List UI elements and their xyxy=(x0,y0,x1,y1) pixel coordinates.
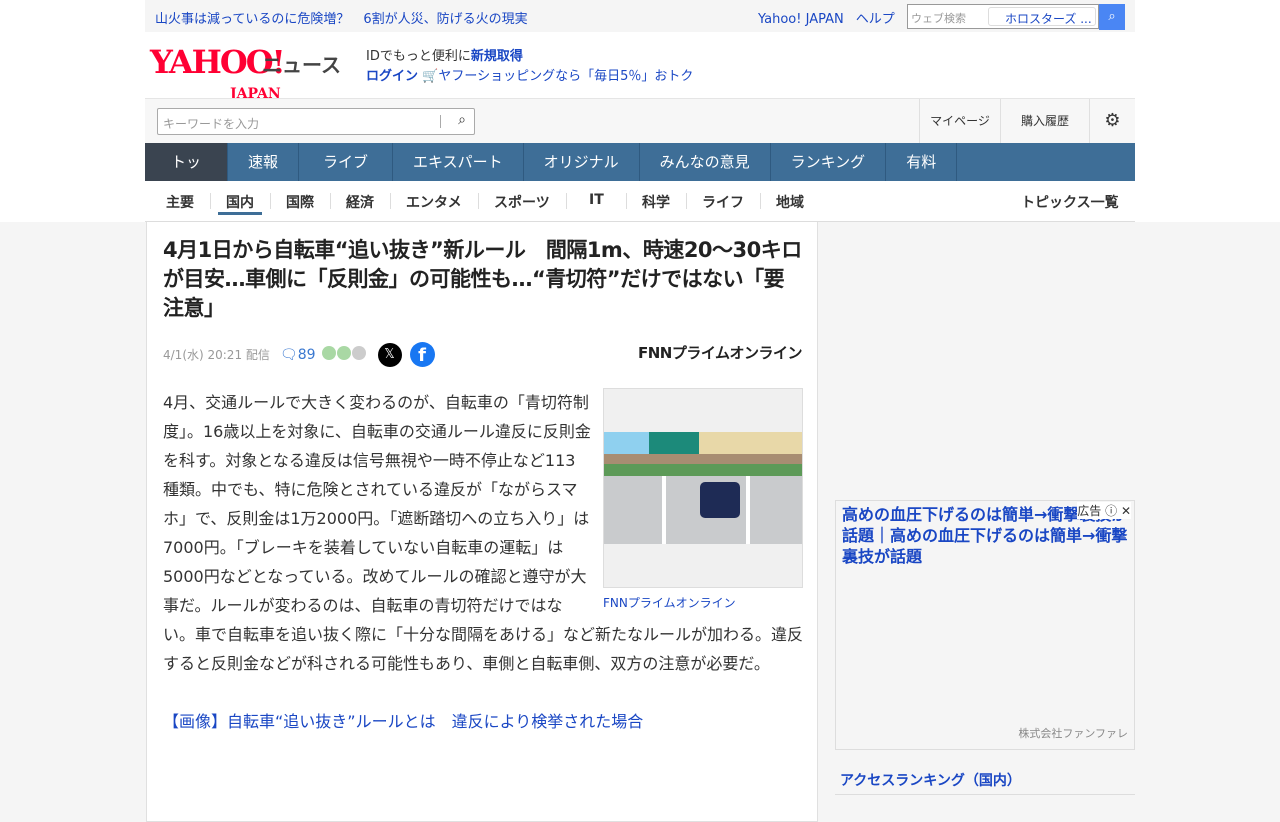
access-ranking-title[interactable]: アクセスランキング（国内） xyxy=(835,770,1135,795)
site-header: YAHOO! JAPAN ニュース IDでもっと便利に新規取得 ログイン 🛒ヤフー… xyxy=(150,43,694,102)
nav-opinion[interactable]: みんなの意見 xyxy=(640,143,771,181)
nav-expert[interactable]: エキスパート xyxy=(393,143,524,181)
search-suggestion-chip[interactable]: ホロスターズ ... xyxy=(988,7,1096,26)
sub-nav: 主要 国内 国際 経済 エンタメ スポーツ IT 科学 ライフ 地域 トピックス… xyxy=(145,181,1135,222)
keyword-search-input[interactable]: キーワードを入力 ⌕ xyxy=(157,108,475,135)
subnav-main[interactable]: 主要 xyxy=(166,192,194,212)
signup-link[interactable]: 新規取得 xyxy=(471,49,523,64)
facebook-share-icon[interactable]: f xyxy=(409,342,435,367)
web-search-input[interactable]: ウェブ検索 ホロスターズ ... xyxy=(907,4,1099,29)
nav-original[interactable]: オリジナル xyxy=(524,143,640,181)
subnav-international[interactable]: 国際 xyxy=(286,192,314,212)
shopping-link[interactable]: ヤフーショッピングなら「毎日5％」おトク xyxy=(438,69,693,84)
nav-top[interactable]: トップ xyxy=(145,143,228,209)
source-logo[interactable]: FNNプライムオンライン xyxy=(638,342,803,363)
ad-banner[interactable]: 高めの血圧下げるのは簡単→衝撃裏技が話題｜高めの血圧下げるのは簡単→衝撃裏技が話… xyxy=(835,500,1135,750)
purchase-history-link[interactable]: 購入履歴 xyxy=(1000,99,1089,143)
search-row: キーワードを入力 ⌕ マイページ 購入履歴 ⚙ xyxy=(145,98,1135,143)
info-icon[interactable]: ⓘ xyxy=(1105,504,1117,518)
subnav-domestic[interactable]: 国内 xyxy=(218,192,262,215)
top-bar: 山火事は減っているのに危険増？ 6割が人災、防げる火の現実 Yahoo! JAPA… xyxy=(145,0,1135,32)
nav-live[interactable]: ライブ xyxy=(299,143,394,181)
nav-breaking[interactable]: 速報 xyxy=(228,143,300,181)
login-link[interactable]: ログイン xyxy=(366,69,418,84)
publish-date: 4/1(水) 20:21 xyxy=(163,348,243,362)
subnav-it[interactable]: IT xyxy=(589,192,604,208)
subnav-entertainment[interactable]: エンタメ xyxy=(406,192,462,212)
comment-icon: 🗨 xyxy=(279,346,298,363)
gear-icon[interactable]: ⚙ xyxy=(1089,99,1135,143)
cart-icon: 🛒 xyxy=(422,69,439,84)
headline-link[interactable]: 山火事は減っているのに危険増？ 6割が人災、防げる火の現実 xyxy=(155,12,542,27)
comments-link[interactable]: 🗨89 xyxy=(280,347,316,363)
x-share-icon[interactable]: 𝕏 xyxy=(377,342,402,367)
main-nav: トップ 速報 ライブ エキスパート オリジナル みんなの意見 ランキング 有料 xyxy=(145,143,1135,209)
mypage-link[interactable]: マイページ xyxy=(919,99,1000,143)
ad-label[interactable]: 広告 ⓘ ✕ xyxy=(1077,502,1131,519)
yahoo-japan-link[interactable]: Yahoo! JAPAN xyxy=(758,12,844,27)
search-icon: ⌕ xyxy=(1108,9,1116,24)
news-logo[interactable]: ニュース xyxy=(262,49,341,78)
article-meta: 4/1(水) 20:21 配信 🗨89 𝕏 f xyxy=(163,342,435,367)
article-figure[interactable]: FNNプライムオンライン xyxy=(603,388,803,612)
article-body: FNNプライムオンライン 4月、交通ルールで大きく変わるのが、自転車の「青切符制… xyxy=(163,388,803,736)
subnav-region[interactable]: 地域 xyxy=(776,192,804,212)
web-search-button[interactable]: ⌕ xyxy=(1099,4,1125,30)
article-image[interactable] xyxy=(603,388,803,588)
image-gallery-link[interactable]: 【画像】自転車“追い抜き”ルールとは 違反により検挙された場合 xyxy=(163,712,643,731)
nav-ranking[interactable]: ランキング xyxy=(771,143,887,181)
subnav-economy[interactable]: 経済 xyxy=(346,192,374,212)
nav-paid[interactable]: 有料 xyxy=(886,143,958,181)
help-link[interactable]: ヘルプ xyxy=(856,12,895,27)
subnav-life[interactable]: ライフ xyxy=(702,192,744,212)
reaction-icons[interactable] xyxy=(321,346,366,363)
subnav-science[interactable]: 科学 xyxy=(642,192,670,212)
topics-list-link[interactable]: トピックス一覧 xyxy=(1021,192,1119,212)
advertiser-name: 株式会社ファンファレ xyxy=(1018,727,1128,740)
close-icon[interactable]: ✕ xyxy=(1121,504,1131,518)
subnav-sports[interactable]: スポーツ xyxy=(494,192,550,212)
car-illustration xyxy=(700,482,740,518)
search-icon[interactable]: ⌕ xyxy=(458,112,466,128)
image-caption[interactable]: FNNプライムオンライン xyxy=(603,594,803,612)
article-title: 4月1日から自転車“追い抜き”新ルール 間隔1m、時速20〜30キロが目安…車側… xyxy=(163,238,802,320)
article: 4月1日から自転車“追い抜き”新ルール 間隔1m、時速20〜30キロが目安…車側… xyxy=(146,222,818,822)
